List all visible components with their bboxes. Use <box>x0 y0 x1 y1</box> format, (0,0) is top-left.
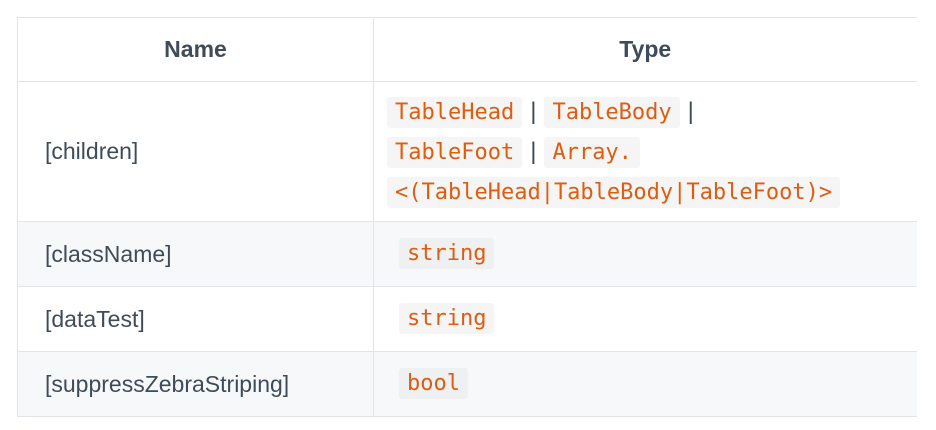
type-line-2: TableFoot | Array. <box>387 132 909 172</box>
type-line-3: <(TableHead|TableBody|TableFoot)> <box>387 172 909 212</box>
type-union: TableHead | TableBody | TableFoot | Array. <(… <box>387 92 909 212</box>
table-row-children: [children] TableHead | TableBody | TableFoo… <box>17 81 917 222</box>
prop-type-cell: TableHead | TableBody | TableFoot | Array. <(… <box>373 81 917 222</box>
type-code-array-generic: <(TableHead|TableBody|TableFoot)> <box>387 176 841 208</box>
props-table: Name Type [children] TableHead | TableBody… <box>17 17 917 417</box>
column-header-type: Type <box>373 17 917 82</box>
type-code-tablehead: TableHead <box>387 96 523 128</box>
union-separator: | <box>687 97 694 125</box>
prop-type-cell: bool <box>373 351 917 417</box>
table-row-datatest: [dataTest] string <box>17 286 917 352</box>
type-line-1: TableHead | TableBody | <box>387 92 909 132</box>
union-separator: | <box>530 97 537 125</box>
table-row-suppresszebrastriping: [suppressZebraStriping] bool <box>17 351 917 417</box>
prop-name-cell: [children] <box>17 81 374 222</box>
type-code-tablebody: TableBody <box>544 96 680 128</box>
type-code-array: Array. <box>544 136 640 168</box>
union-separator: | <box>530 137 537 165</box>
type-code: bool <box>399 368 468 399</box>
prop-name-cell: [className] <box>17 221 374 287</box>
column-header-name: Name <box>17 17 374 82</box>
type-code-tablefoot: TableFoot <box>387 136 523 168</box>
type-code: string <box>399 303 495 334</box>
type-code: string <box>399 238 495 269</box>
table-header-row: Name Type <box>17 17 917 82</box>
prop-type-cell: string <box>373 286 917 352</box>
prop-name-cell: [dataTest] <box>17 286 374 352</box>
prop-type-cell: string <box>373 221 917 287</box>
table-row-classname: [className] string <box>17 221 917 287</box>
prop-name-cell: [suppressZebraStriping] <box>17 351 374 417</box>
